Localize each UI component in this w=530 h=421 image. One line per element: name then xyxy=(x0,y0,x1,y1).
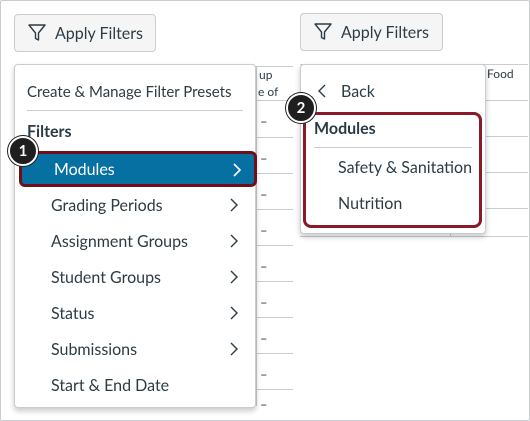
menu-item-submissions[interactable]: Submissions xyxy=(15,331,255,367)
menu-item-assignment-groups[interactable]: Assignment Groups xyxy=(15,223,255,259)
menu-item-modules[interactable]: Modules xyxy=(19,151,257,187)
menu-item-start-end-date[interactable]: Start & End Date xyxy=(15,367,255,403)
chevron-left-icon xyxy=(318,84,326,98)
modules-heading: Modules xyxy=(314,110,474,146)
menu-item-label: Safety & Sanitation xyxy=(338,157,473,177)
menu-item-label: Assignment Groups xyxy=(51,231,188,251)
grid-line xyxy=(256,245,293,246)
chevron-right-icon xyxy=(230,234,238,248)
grade-cell[interactable]: – xyxy=(260,258,268,274)
menu-separator xyxy=(314,147,472,148)
filters-heading: Filters xyxy=(15,113,255,149)
column-header-fragment: Food xyxy=(487,66,514,81)
column-header-fragment: up xyxy=(259,67,273,82)
filter-icon xyxy=(314,23,332,40)
grid-line xyxy=(256,281,293,282)
grid-line xyxy=(256,209,293,210)
menu-item-label: Student Groups xyxy=(51,267,161,287)
grade-cell[interactable]: – xyxy=(260,150,268,166)
column-header-fragment: e of xyxy=(258,84,279,99)
grid-divider xyxy=(256,66,257,406)
grade-cell[interactable]: – xyxy=(260,396,268,412)
menu-item-label: Submissions xyxy=(51,339,138,359)
create-manage-filter-presets-item[interactable]: Create & Manage Filter Presets xyxy=(15,74,255,110)
chevron-right-icon xyxy=(230,198,238,212)
menu-heading-label: Modules xyxy=(314,118,376,138)
callout-badge-2: 2 xyxy=(286,93,316,123)
menu-item-student-groups[interactable]: Student Groups xyxy=(15,259,255,295)
menu-item-label: Grading Periods xyxy=(51,195,163,215)
grade-cell[interactable]: – xyxy=(260,294,268,310)
grade-cell[interactable]: – xyxy=(260,113,268,129)
grade-cell[interactable]: – xyxy=(260,366,268,382)
menu-item-grading-periods[interactable]: Grading Periods xyxy=(15,187,255,223)
menu-item-nutrition[interactable]: Nutrition xyxy=(338,185,478,221)
menu-item-status[interactable]: Status xyxy=(15,295,255,331)
menu-item-label: Nutrition xyxy=(338,193,403,213)
filter-icon xyxy=(28,24,46,41)
grade-cell[interactable]: – xyxy=(260,330,268,346)
back-label: Back xyxy=(341,81,375,101)
grade-cell[interactable]: – xyxy=(260,222,268,238)
menu-heading-label: Filters xyxy=(27,121,72,141)
grid-line xyxy=(256,173,293,174)
grid-line xyxy=(256,353,293,354)
menu-separator xyxy=(27,110,243,111)
menu-item-label: Modules xyxy=(54,159,115,179)
chevron-right-icon xyxy=(230,306,238,320)
apply-filters-button[interactable]: Apply Filters xyxy=(14,14,156,52)
grid-line xyxy=(256,389,293,390)
apply-filters-label: Apply Filters xyxy=(55,23,143,43)
menu-item-label: Start & End Date xyxy=(51,375,170,395)
menu-item-label: Status xyxy=(51,303,95,323)
apply-filters-label: Apply Filters xyxy=(341,22,429,42)
menu-item-label: Create & Manage Filter Presets xyxy=(27,83,232,101)
chevron-right-icon xyxy=(233,163,242,177)
grid-line xyxy=(256,317,293,318)
chevron-right-icon xyxy=(230,270,238,284)
grid-line xyxy=(300,236,528,237)
apply-filters-button[interactable]: Apply Filters xyxy=(300,13,443,51)
grid-line xyxy=(256,137,293,138)
grade-cell[interactable]: – xyxy=(260,186,268,202)
menu-item-safety-sanitation[interactable]: Safety & Sanitation xyxy=(338,149,478,185)
callout-badge-1: 1 xyxy=(8,136,38,166)
chevron-right-icon xyxy=(230,342,238,356)
back-button[interactable]: Back xyxy=(301,73,485,109)
filters-menu: Create & Manage Filter Presets Filters M… xyxy=(14,64,257,408)
